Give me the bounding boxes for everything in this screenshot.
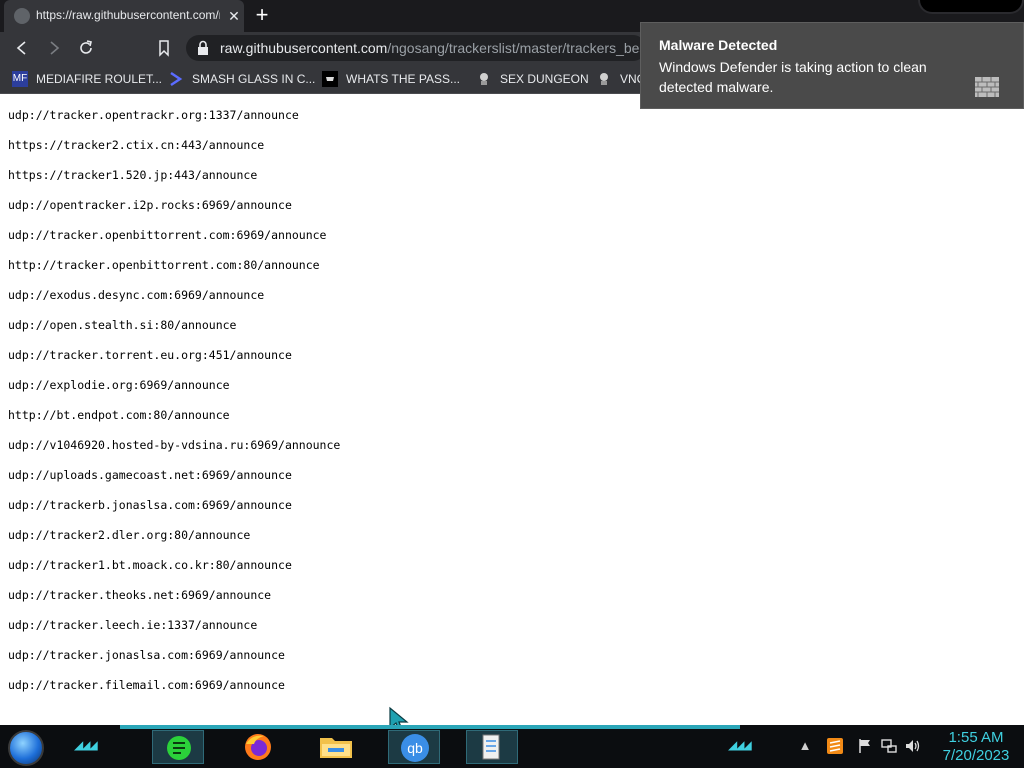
network-icon[interactable] — [880, 737, 898, 755]
taskbar-rim — [120, 725, 740, 729]
notification-title: Malware Detected — [659, 37, 778, 53]
bookmark-label: SMASH GLASS IN C... — [192, 72, 316, 86]
firefox-icon[interactable] — [232, 730, 284, 764]
up-arrow-icon[interactable]: ▲ — [796, 737, 814, 755]
bookmark-whats-the-pass[interactable]: WHATS THE PASS... — [322, 69, 460, 89]
mediafire-icon: MF — [12, 71, 28, 87]
qbittorrent-icon[interactable]: qb — [388, 730, 440, 764]
lock-icon[interactable] — [196, 40, 212, 56]
tracker-line: udp://exodus.desync.com:6969/announce — [8, 288, 265, 302]
clock-date: 7/20/2023 — [942, 747, 1010, 764]
bookmark-sex-dungeon[interactable]: SEX DUNGEON — [476, 69, 589, 89]
bookmark-mediafire[interactable]: MF MEDIAFIRE ROULET... — [12, 69, 162, 89]
tracker-line: udp://v1046920.hosted-by-vdsina.ru:6969/… — [8, 438, 341, 452]
tracker-line: udp://tracker.torrent.eu.org:451/announc… — [8, 348, 292, 362]
page-content: udp://tracker.opentrackr.org:1337/announ… — [0, 95, 1024, 725]
qbittorrent-label: qb — [407, 740, 423, 756]
url-text[interactable]: raw.githubusercontent.com/ngosang/tracke… — [220, 40, 640, 56]
tracker-line: udp://trackerb.jonaslsa.com:6969/announc… — [8, 498, 292, 512]
chevron-icon — [168, 71, 184, 87]
globe-icon — [14, 8, 30, 24]
tracker-line: udp://tracker.jonaslsa.com:6969/announce — [8, 648, 285, 662]
start-button[interactable] — [8, 730, 44, 766]
tracker-line: udp://tracker.opentrackr.org:1337/announ… — [8, 108, 299, 122]
bookmark-vnc[interactable]: VNC — [596, 69, 645, 89]
file-explorer-icon[interactable] — [310, 730, 362, 764]
address-bar[interactable]: raw.githubusercontent.com/ngosang/tracke… — [186, 35, 646, 61]
tracker-line: udp://tracker1.bt.moack.co.kr:80/announc… — [8, 558, 292, 572]
tracker-line: udp://tracker2.dler.org:80/announce — [8, 528, 251, 542]
malware-notification[interactable]: Malware Detected Windows Defender is tak… — [640, 22, 1024, 109]
firewall-icon — [974, 75, 1000, 99]
new-tab-button[interactable]: + — [250, 4, 274, 28]
bookmark-icon[interactable] — [154, 38, 174, 58]
bookmark-label: WHATS THE PASS... — [346, 72, 461, 86]
tracker-line: udp://tracker.filemail.com:6969/announce — [8, 678, 285, 692]
notes-app-icon[interactable] — [152, 730, 204, 764]
tracker-line: http://tracker.openbittorrent.com:80/ann… — [8, 258, 320, 272]
url-host: raw.githubusercontent.com — [220, 40, 388, 56]
tracker-line: http://bt.endpot.com:80/announce — [8, 408, 230, 422]
bookmark-label: SEX DUNGEON — [500, 72, 589, 86]
chevron-decoration-icon: ◢◢◢ — [74, 738, 98, 752]
url-path: /ngosang/trackerslist/master/trackers_be… — [387, 40, 640, 56]
sublime-icon[interactable] — [826, 737, 844, 755]
browser-tab[interactable]: https://raw.githubusercontent.com/ngosan… — [4, 0, 244, 32]
reload-icon[interactable] — [76, 38, 96, 58]
game-icon — [476, 71, 492, 87]
tracker-line: udp://tracker.theoks.net:6969/announce — [8, 588, 272, 602]
taskbar: ◢◢◢ ◢◢◢ qb ▲ 1:55 AM 7/20/2023 — [0, 725, 1024, 768]
tracker-line: udp://explodie.org:6969/announce — [8, 378, 230, 392]
system-clock[interactable]: 1:55 AM 7/20/2023 — [932, 729, 1020, 767]
bookmark-smash-glass[interactable]: SMASH GLASS IN C... — [168, 69, 315, 89]
clock-time: 1:55 AM — [948, 729, 1004, 746]
back-icon[interactable] — [12, 38, 32, 58]
flag-icon[interactable] — [856, 737, 874, 755]
volume-icon[interactable] — [904, 737, 922, 755]
theme-decoration — [918, 0, 1024, 14]
tracker-line: udp://opentracker.i2p.rocks:6969/announc… — [8, 198, 292, 212]
chevron-decoration-icon: ◢◢◢ — [728, 738, 752, 752]
tracker-line: https://tracker2.ctix.cn:443/announce — [8, 138, 265, 152]
bookmark-label: MEDIAFIRE ROULET... — [36, 72, 163, 86]
tab-title: https://raw.githubusercontent.com/ngosan… — [36, 8, 220, 22]
close-tab-icon[interactable]: ✕ — [226, 8, 242, 24]
mask-icon — [322, 71, 338, 87]
tracker-line: udp://uploads.gamecoast.net:6969/announc… — [8, 468, 292, 482]
tracker-list: udp://tracker.opentrackr.org:1337/announ… — [8, 108, 340, 708]
tracker-line: udp://open.stealth.si:80/announce — [8, 318, 237, 332]
notification-body: Windows Defender is taking action to cle… — [659, 59, 927, 95]
tracker-line: udp://tracker.openbittorrent.com:6969/an… — [8, 228, 327, 242]
task-manager-icon[interactable] — [466, 730, 518, 764]
tracker-line: udp://tracker.leech.ie:1337/announce — [8, 618, 258, 632]
game-icon — [596, 71, 612, 87]
forward-icon[interactable] — [44, 38, 64, 58]
tracker-line: https://tracker1.520.jp:443/announce — [8, 168, 258, 182]
